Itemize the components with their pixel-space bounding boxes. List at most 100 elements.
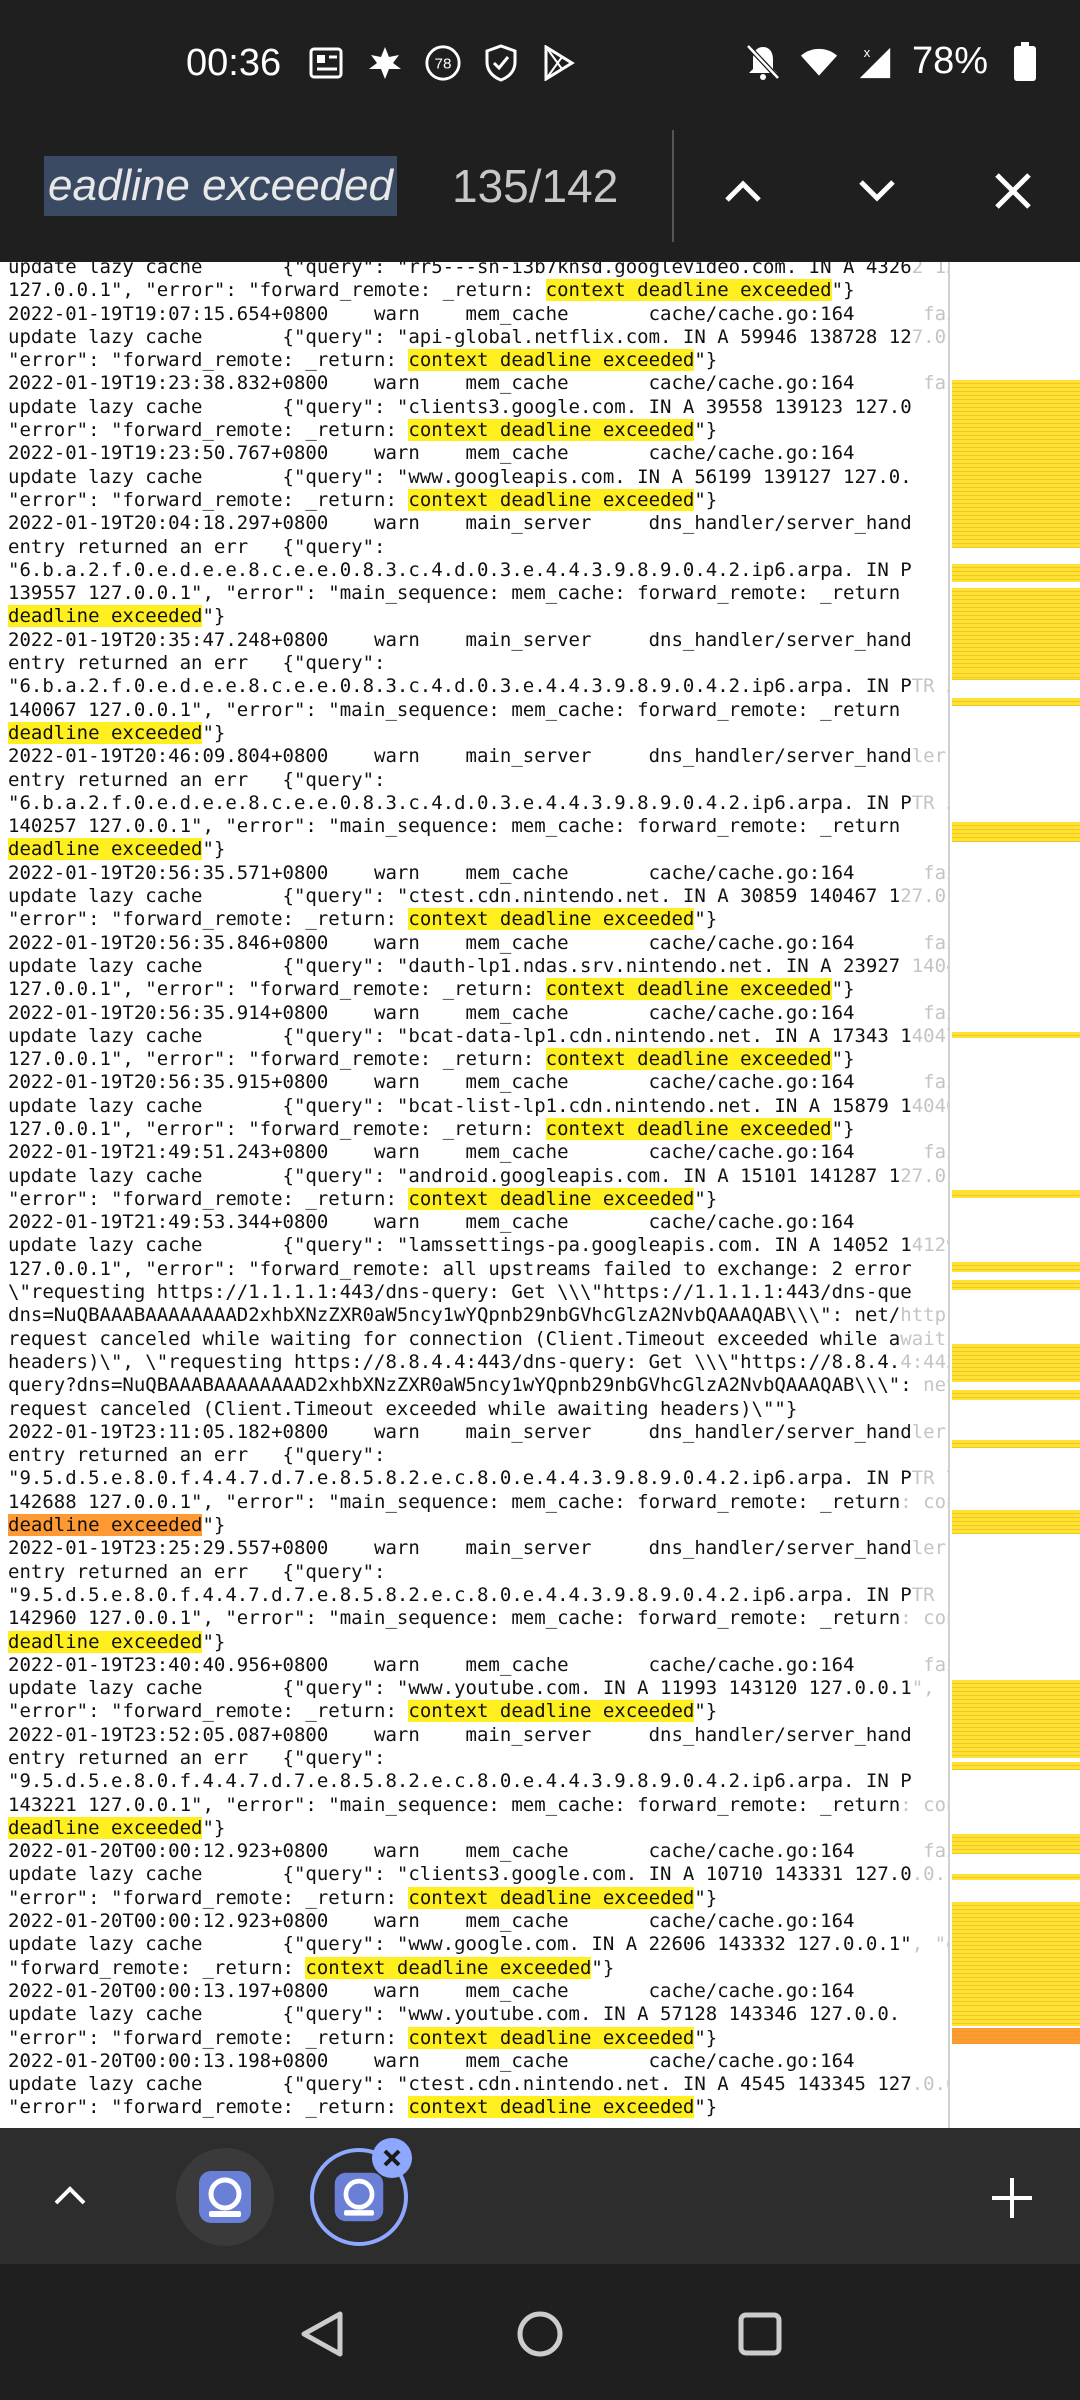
log-line: update lazy cache {"query": "api-global.… — [8, 326, 948, 349]
log-text-segment: 140257 127.0.0.1", "error": "main_sequen… — [8, 815, 901, 838]
find-scrollbar-track[interactable] — [948, 262, 1080, 2128]
log-text-segment: 2022-01-19T19:23:50.767+0800 warn mem_ca… — [8, 442, 855, 465]
log-line: 2022-01-19T23:40:40.956+0800 warn mem_ca… — [8, 1654, 948, 1677]
log-line: update lazy cache {"query": "clients3.go… — [8, 396, 948, 419]
overflow-text: TR 39683 — [911, 675, 948, 698]
log-line: "forward_remote: _return: context deadli… — [8, 1956, 948, 1980]
log-text-segment: 142688 127.0.0.1", "error": "main_sequen… — [8, 1490, 901, 1513]
log-text-segment: update lazy cache {"query": "lamssetting… — [8, 1234, 912, 1257]
log-line: 2022-01-19T20:46:09.804+0800 warn main_s… — [8, 745, 948, 768]
log-text-segment: "} — [202, 1630, 226, 1653]
log-text-segment: 127.0.0.1", "error": "forward_remote: _r… — [8, 978, 546, 1001]
log-line: update lazy cache {"query": "ctest.cdn.n… — [8, 885, 948, 908]
svg-text:x: x — [864, 45, 871, 60]
scrollbar-match-marker — [952, 1262, 1080, 1272]
plus-icon — [992, 2178, 1032, 2218]
log-line: update lazy cache {"query": "lamssetting… — [8, 1234, 948, 1257]
log-text-segment: 2022-01-19T20:04:18.297+0800 warn main_s… — [8, 512, 912, 535]
log-text-segment: "} — [591, 1956, 615, 1979]
log-line: 127.0.0.1", "error": "forward_remote: _r… — [8, 1048, 948, 1071]
search-match-highlight: deadline exceeded — [8, 605, 203, 628]
scrollbar-match-marker — [952, 1032, 1080, 1038]
news-icon — [308, 44, 346, 82]
log-text-segment: "6.b.a.2.f.0.e.d.e.e.8.c.e.e.0.8.3.c.4.d… — [8, 558, 912, 581]
system-icons: x 78% — [744, 40, 1044, 83]
overflow-text: TR 11344 — [911, 1583, 948, 1606]
log-text-segment: "} — [694, 2096, 718, 2119]
log-line: deadline exceeded"} — [8, 1816, 948, 1840]
log-line: "6.b.a.2.f.0.e.d.e.e.8.c.e.e.0.8.3.c.4.d… — [8, 675, 948, 698]
log-line: 127.0.0.1", "error": "forward_remote: al… — [8, 1258, 948, 1281]
log-text-segment: 2022-01-19T19:07:15.654+0800 warn mem_ca… — [8, 302, 924, 325]
scrollbar-match-marker — [952, 1874, 1080, 1880]
log-text-segment: 127.0.0.1", "error": "forward_remote: al… — [8, 1257, 912, 1280]
log-line: entry returned an err {"query": — [8, 1444, 948, 1467]
bell-muted-icon — [744, 43, 782, 81]
log-text-segment: 2022-01-19T21:49:51.243+0800 warn mem_ca… — [8, 1141, 924, 1164]
nav-home-button[interactable] — [510, 2304, 570, 2364]
chevron-down-icon — [859, 180, 895, 202]
system-navigation-bar — [0, 2264, 1080, 2400]
search-match-highlight: context deadline exceeded — [545, 1048, 832, 1071]
overflow-text: 40469 — [911, 1094, 948, 1117]
scrollbar-match-marker — [952, 380, 1080, 548]
log-line: 2022-01-19T21:49:51.243+0800 warn mem_ca… — [8, 1141, 948, 1164]
scrollbar-match-marker — [952, 588, 1080, 680]
log-text-segment: 2022-01-19T23:40:40.956+0800 warn mem_ca… — [8, 1653, 924, 1676]
log-text-segment: update lazy cache {"query": "www.google.… — [8, 1933, 912, 1956]
nav-back-button[interactable] — [292, 2304, 352, 2364]
find-match-count: 135/142 — [452, 160, 619, 212]
search-match-highlight: context deadline exceeded — [408, 2096, 695, 2119]
active-search-match-highlight: deadline exceeded — [8, 1514, 203, 1537]
log-line: 140067 127.0.0.1", "error": "main_sequen… — [8, 699, 948, 722]
new-tab-button[interactable] — [980, 2166, 1044, 2230]
overflow-text: failed to — [923, 302, 948, 325]
log-line: deadline exceeded"} — [8, 721, 948, 745]
log-text-segment: "} — [202, 1816, 226, 1839]
log-line: "error": "forward_remote: _return: conte… — [8, 349, 948, 372]
chevron-up-icon — [725, 180, 761, 202]
log-text-segment: 127.0.0.1", "error": "forward_remote: _r… — [8, 1117, 546, 1140]
log-text-segment: 2022-01-19T20:56:35.914+0800 warn mem_ca… — [8, 1001, 924, 1024]
overflow-text: failed to — [923, 1141, 948, 1164]
close-tab-button[interactable] — [372, 2138, 412, 2178]
search-match-highlight: context deadline exceeded — [545, 279, 832, 302]
overflow-text: 7.0.0.1", — [911, 325, 948, 348]
find-previous-button[interactable] — [708, 156, 778, 226]
log-text-segment: "error": "forward_remote: _return: — [8, 349, 409, 372]
log-text-segment: update lazy cache {"query": "clients3.go… — [8, 395, 912, 418]
scrollbar-match-marker — [952, 1680, 1080, 1758]
log-line: query?dns=NuQBAAABAAAAAAAAD2xhbXNzZXR0aW… — [8, 1374, 948, 1397]
log-line: 2022-01-19T23:11:05.182+0800 warn main_s… — [8, 1421, 948, 1444]
log-line: deadline exceeded"} — [8, 605, 948, 628]
log-line: 139557 127.0.0.1", "error": "main_sequen… — [8, 582, 948, 605]
search-match-highlight: context deadline exceeded — [408, 1187, 695, 1210]
log-text-segment: 2022-01-19T23:52:05.087+0800 warn main_s… — [8, 1723, 912, 1746]
log-content-area[interactable]: update lazy cache {"query": "rr5---sn-i3… — [0, 262, 948, 2128]
tab-switcher-expand-button[interactable] — [40, 2166, 100, 2226]
log-text-segment: 2022-01-20T00:00:12.923+0800 warn mem_ca… — [8, 1840, 924, 1863]
overflow-text: failed to — [923, 372, 948, 395]
log-line: 2022-01-19T20:56:35.915+0800 warn mem_ca… — [8, 1071, 948, 1094]
log-text-segment: "6.b.a.2.f.0.e.d.e.e.8.c.e.e.0.8.3.c.4.d… — [8, 791, 912, 814]
log-text-segment: entry returned an err {"query": — [8, 1560, 386, 1583]
find-next-button[interactable] — [842, 156, 912, 226]
find-query-input[interactable]: eadline exceeded — [44, 156, 397, 216]
scrollbar-match-marker — [952, 1834, 1080, 1854]
search-match-highlight: context deadline exceeded — [408, 488, 695, 511]
log-text-segment: update lazy cache {"query": "dauth-lp1.n… — [8, 954, 912, 977]
log-line: "6.b.a.2.f.0.e.d.e.e.8.c.e.e.0.8.3.c.4.d… — [8, 792, 948, 815]
find-close-button[interactable] — [978, 156, 1048, 226]
log-text-segment: 127.0.0.1", "error": "forward_remote: _r… — [8, 1048, 546, 1071]
log-line: update lazy cache {"query": "rr5---sn-i3… — [8, 262, 948, 279]
log-text-segment: "} — [831, 1117, 855, 1140]
nav-recents-button[interactable] — [730, 2304, 790, 2364]
tab-openclash-1[interactable] — [176, 2148, 274, 2246]
log-line: "9.5.d.5.e.8.0.f.4.4.7.d.7.e.8.5.8.2.e.c… — [8, 1467, 948, 1490]
scrollbar-match-marker — [952, 670, 1080, 678]
log-line: update lazy cache {"query": "ctest.cdn.n… — [8, 2073, 948, 2096]
openclash-icon — [334, 2172, 384, 2222]
search-match-highlight: context deadline exceeded — [408, 349, 695, 372]
log-line: 142960 127.0.0.1", "error": "main_sequen… — [8, 1607, 948, 1630]
search-match-highlight: deadline exceeded — [8, 838, 203, 861]
